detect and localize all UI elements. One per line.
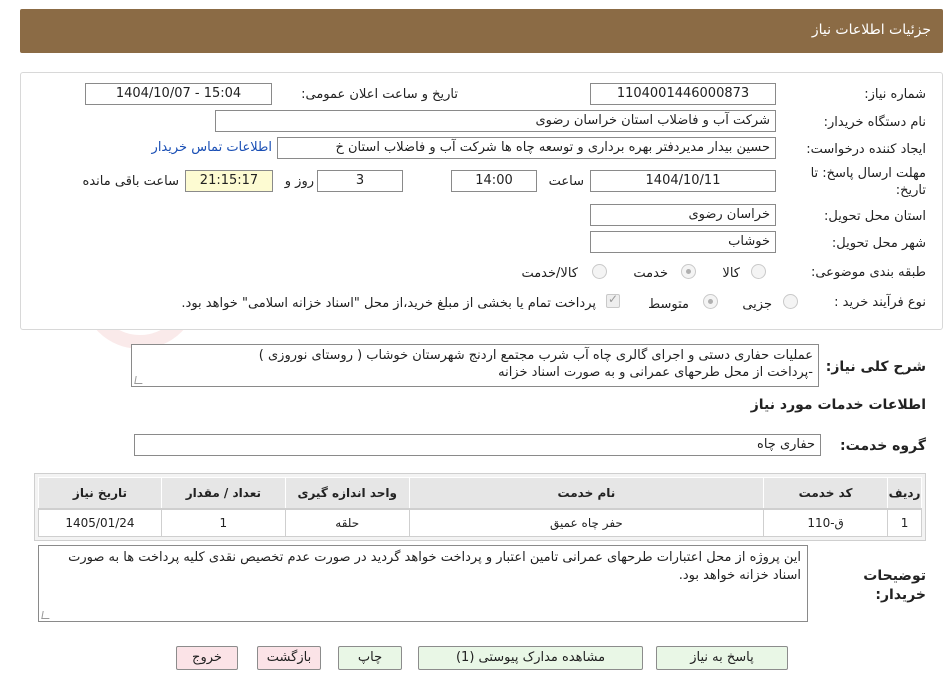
cell-unit: حلقه xyxy=(284,508,410,537)
col-row-number: ردیف xyxy=(887,477,922,510)
requester-field[interactable]: حسین بیدار مدیردفتر بهره برداری و توسعه … xyxy=(277,137,776,159)
services-table: ردیف کد خدمت نام خدمت واحد اندازه گیری ت… xyxy=(38,477,922,537)
description-line-2: -پرداخت از محل طرحهای عمرانی و به صورت ا… xyxy=(498,365,813,380)
process-minor-label: جزیی xyxy=(742,297,772,312)
page-title: جزئیات اطلاعات نیاز xyxy=(811,22,931,38)
buyer-contact-link[interactable]: اطلاعات تماس خریدار xyxy=(152,140,272,155)
need-number-field[interactable]: 1104001446000873 xyxy=(590,83,776,105)
days-field[interactable]: 3 xyxy=(317,170,403,192)
col-service-code: کد خدمت xyxy=(763,477,889,510)
resize-handle-icon[interactable] xyxy=(134,376,144,384)
resize-handle-icon[interactable] xyxy=(41,611,51,619)
buyer-org-label: نام دستگاه خریدار: xyxy=(823,115,926,130)
category-goods-label: کالا xyxy=(722,266,740,281)
remaining-time-field: 21:15:17 xyxy=(185,170,273,192)
cell-quantity: 1 xyxy=(160,508,286,537)
announce-date-field[interactable]: 1404/10/07 - 15:04 xyxy=(85,83,272,105)
description-line-1: عملیات حفاری دستی و اجرای گالری چاه آب ش… xyxy=(258,348,813,363)
category-service-radio[interactable] xyxy=(681,264,696,279)
deadline-time-label: ساعت xyxy=(548,174,584,189)
description-label: شرح کلی نیاز: xyxy=(825,359,926,375)
page-header: جزئیات اطلاعات نیاز xyxy=(20,9,943,53)
description-textarea[interactable]: عملیات حفاری دستی و اجرای گالری چاه آب ش… xyxy=(131,344,819,387)
table-header-row: ردیف کد خدمت نام خدمت واحد اندازه گیری ت… xyxy=(38,477,922,510)
announce-label: تاریخ و ساعت اعلان عمومی: xyxy=(301,87,458,102)
col-service-name: نام خدمت xyxy=(408,477,765,510)
requester-label: ایجاد کننده درخواست: xyxy=(806,142,926,157)
treasury-note: پرداخت تمام یا بخشی از مبلغ خرید،از محل … xyxy=(181,296,596,311)
buyer-notes-textarea[interactable]: این پروژه از محل اعتبارات طرحهای عمرانی … xyxy=(38,545,808,622)
category-label: طبقه بندی موضوعی: xyxy=(810,265,926,280)
category-both-label: کالا/خدمت xyxy=(521,266,578,281)
cell-row-number: 1 xyxy=(887,508,922,537)
exit-button[interactable]: خروج xyxy=(176,646,238,670)
buyer-notes-label: توضیحات خریدار: xyxy=(863,568,926,603)
remaining-label: ساعت باقی مانده xyxy=(82,174,179,189)
back-button[interactable]: بازگشت xyxy=(257,646,321,670)
buyer-notes-text: این پروژه از محل اعتبارات طرحهای عمرانی … xyxy=(68,550,801,583)
process-minor-radio[interactable] xyxy=(783,294,798,309)
cell-need-date: 1405/01/24 xyxy=(38,508,162,537)
process-label: نوع فرآیند خرید : xyxy=(834,295,926,310)
province-field[interactable]: خراسان رضوی xyxy=(590,204,776,226)
city-label: شهر محل تحویل: xyxy=(831,236,926,251)
service-group-field[interactable]: حفاری چاه xyxy=(134,434,821,456)
city-field[interactable]: خوشاب xyxy=(590,231,776,253)
deadline-date-field[interactable]: 1404/10/11 xyxy=(590,170,776,192)
services-section-title: اطلاعات خدمات مورد نیاز xyxy=(750,397,926,413)
cell-service-code: ق-110 xyxy=(763,508,889,537)
col-need-date: تاریخ نیاز xyxy=(38,477,162,510)
deadline-label: مهلت ارسال پاسخ: تا تاریخ: xyxy=(810,166,926,198)
buyer-org-field[interactable]: شرکت آب و فاضلاب استان خراسان رضوی xyxy=(215,110,776,132)
days-label: روز و xyxy=(284,174,314,189)
attachments-button[interactable]: مشاهده مدارک پیوستی (1) xyxy=(418,646,643,670)
category-both-radio[interactable] xyxy=(592,264,607,279)
col-quantity: تعداد / مقدار xyxy=(160,477,286,510)
province-label: استان محل تحویل: xyxy=(824,209,926,224)
col-unit: واحد اندازه گیری xyxy=(284,477,410,510)
process-medium-label: متوسط xyxy=(648,297,689,312)
print-button[interactable]: چاپ xyxy=(338,646,402,670)
need-number-label: شماره نیاز: xyxy=(864,87,926,102)
deadline-time-field[interactable]: 14:00 xyxy=(451,170,537,192)
service-group-label: گروه خدمت: xyxy=(840,438,926,454)
treasury-checkbox[interactable] xyxy=(606,292,620,308)
reply-button[interactable]: پاسخ به نیاز xyxy=(656,646,788,670)
process-medium-radio[interactable] xyxy=(703,294,718,309)
table-row[interactable]: 1 ق-110 حفر چاه عمیق حلقه 1 1405/01/24 xyxy=(38,508,922,537)
category-service-label: خدمت xyxy=(633,266,668,281)
category-goods-radio[interactable] xyxy=(751,264,766,279)
cell-service-name: حفر چاه عمیق xyxy=(408,508,765,537)
